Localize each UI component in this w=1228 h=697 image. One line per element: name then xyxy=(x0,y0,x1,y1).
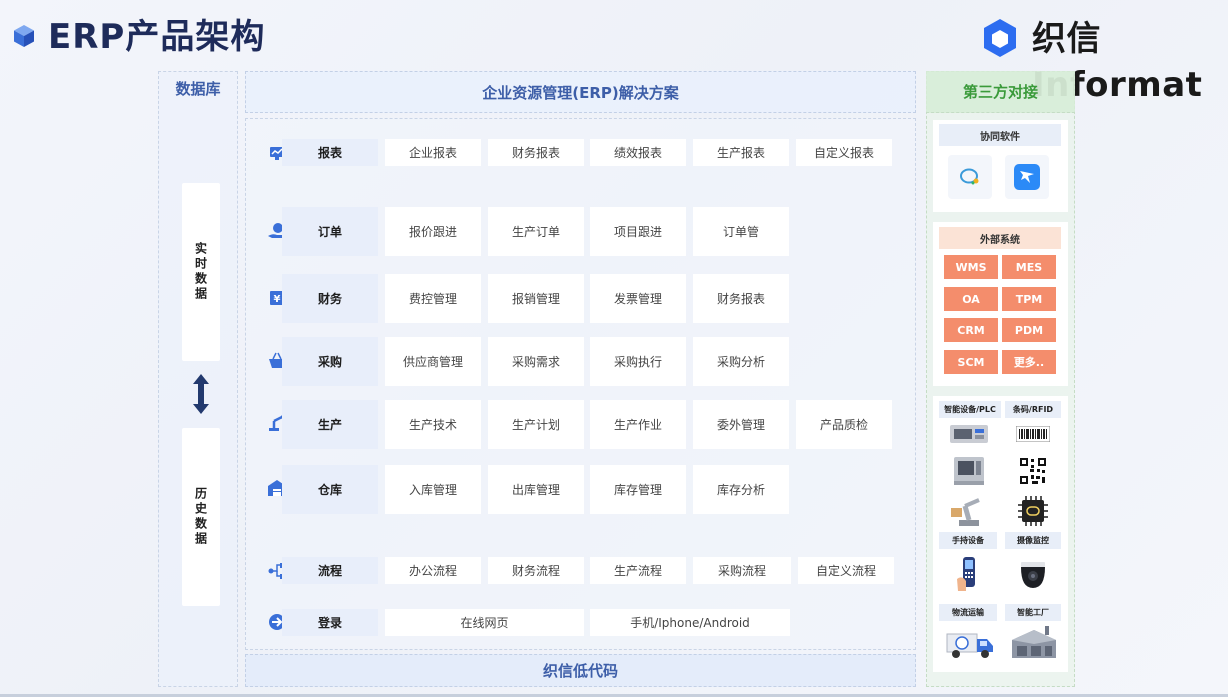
cell-finance-3: 发票管理 xyxy=(590,274,686,323)
history-data-card: 历史数据 xyxy=(182,428,220,606)
cell-production-5: 产品质检 xyxy=(796,400,892,449)
row-label-production: 生产 xyxy=(282,400,378,449)
cell-report-1: 企业报表 xyxy=(385,139,481,166)
cell-production-2: 生产计划 xyxy=(488,400,584,449)
factory-label: 智能工厂 xyxy=(1005,604,1061,621)
cell-warehouse-4: 库存分析 xyxy=(693,465,789,514)
cell-finance-2: 报销管理 xyxy=(488,274,584,323)
cell-warehouse-3: 库存管理 xyxy=(590,465,686,514)
cell-order-4: 订单管 xyxy=(693,207,789,256)
title-cube-icon xyxy=(12,24,36,48)
cell-order-1: 报价跟进 xyxy=(385,207,481,256)
barcode-icon xyxy=(1010,420,1056,448)
cell-order-3: 项目跟进 xyxy=(590,207,686,256)
informat-logo-icon xyxy=(982,18,1018,58)
realtime-data-label: 实时数据 xyxy=(193,242,208,302)
cell-purchase-4: 采购分析 xyxy=(693,337,789,386)
cell-warehouse-2: 出库管理 xyxy=(488,465,584,514)
external-system-wms: WMS xyxy=(944,255,998,279)
row-label-process: 流程 xyxy=(282,557,378,584)
external-system-crm: CRM xyxy=(944,318,998,342)
external-system-tpm: TPM xyxy=(1002,287,1056,311)
robot-arm-icon xyxy=(945,493,993,529)
cell-login-mobile: 手机/Iphone/Android xyxy=(590,609,790,636)
cnc-machine-icon xyxy=(945,420,993,448)
cell-process-4: 采购流程 xyxy=(693,557,791,584)
plc-label: 智能设备/PLC xyxy=(939,401,1001,418)
external-system-more: 更多.. xyxy=(1002,350,1056,374)
cell-order-2: 生产订单 xyxy=(488,207,584,256)
external-system-scm: SCM xyxy=(944,350,998,374)
machine-tool-icon xyxy=(945,452,993,490)
cell-production-4: 委外管理 xyxy=(693,400,789,449)
cell-purchase-1: 供应商管理 xyxy=(385,337,481,386)
cell-production-1: 生产技术 xyxy=(385,400,481,449)
svg-text:¥: ¥ xyxy=(274,294,281,305)
bidirectional-arrow-icon xyxy=(191,374,211,414)
external-systems-title: 外部系统 xyxy=(939,227,1061,249)
camera-label: 摄像监控 xyxy=(1005,532,1061,549)
cell-purchase-2: 采购需求 xyxy=(488,337,584,386)
cell-warehouse-1: 入库管理 xyxy=(385,465,481,514)
smart-factory-icon xyxy=(1008,622,1060,664)
qr-code-icon xyxy=(1010,452,1056,490)
row-label-order: 订单 xyxy=(282,207,378,256)
external-system-pdm: PDM xyxy=(1002,318,1056,342)
row-label-login: 登录 xyxy=(282,609,378,636)
lowcode-footer: 织信低代码 xyxy=(245,654,916,687)
delivery-truck-icon xyxy=(943,624,997,664)
logistics-label: 物流运输 xyxy=(939,604,997,621)
cell-process-5: 自定义流程 xyxy=(798,557,894,584)
cell-report-2: 财务报表 xyxy=(488,139,584,166)
database-title: 数据库 xyxy=(175,80,221,98)
external-system-mes: MES xyxy=(1002,255,1056,279)
row-label-finance: 财务 xyxy=(282,274,378,323)
solution-title: 企业资源管理(ERP)解决方案 xyxy=(245,71,916,113)
collab-software-title: 协同软件 xyxy=(939,124,1061,146)
cell-report-3: 绩效报表 xyxy=(590,139,686,166)
row-label-purchase: 采购 xyxy=(282,337,378,386)
cell-report-5: 自定义报表 xyxy=(796,139,892,166)
rfid-label: 条码/RFID xyxy=(1005,401,1061,418)
cell-process-3: 生产流程 xyxy=(590,557,686,584)
cell-process-2: 财务流程 xyxy=(488,557,584,584)
realtime-data-card: 实时数据 xyxy=(182,183,220,361)
cell-finance-4: 财务报表 xyxy=(693,274,789,323)
row-label-warehouse: 仓库 xyxy=(282,465,378,514)
cell-login-web: 在线网页 xyxy=(385,609,584,636)
handheld-scanner-icon xyxy=(945,553,993,597)
external-system-oa: OA xyxy=(944,287,998,311)
history-data-label: 历史数据 xyxy=(193,487,208,547)
page-title: ERP产品架构 xyxy=(48,17,266,57)
row-label-report: 报表 xyxy=(282,139,378,166)
cell-report-4: 生产报表 xyxy=(693,139,789,166)
cell-purchase-3: 采购执行 xyxy=(590,337,686,386)
cell-process-1: 办公流程 xyxy=(385,557,481,584)
cell-finance-1: 费控管理 xyxy=(385,274,481,323)
handheld-label: 手持设备 xyxy=(939,532,997,549)
rfid-chip-icon xyxy=(1010,493,1056,529)
third-party-title: 第三方对接 xyxy=(926,71,1075,113)
dingtalk-icon xyxy=(1005,155,1049,199)
dome-camera-icon xyxy=(1010,553,1056,597)
cell-production-3: 生产作业 xyxy=(590,400,686,449)
wecom-icon xyxy=(948,155,992,199)
